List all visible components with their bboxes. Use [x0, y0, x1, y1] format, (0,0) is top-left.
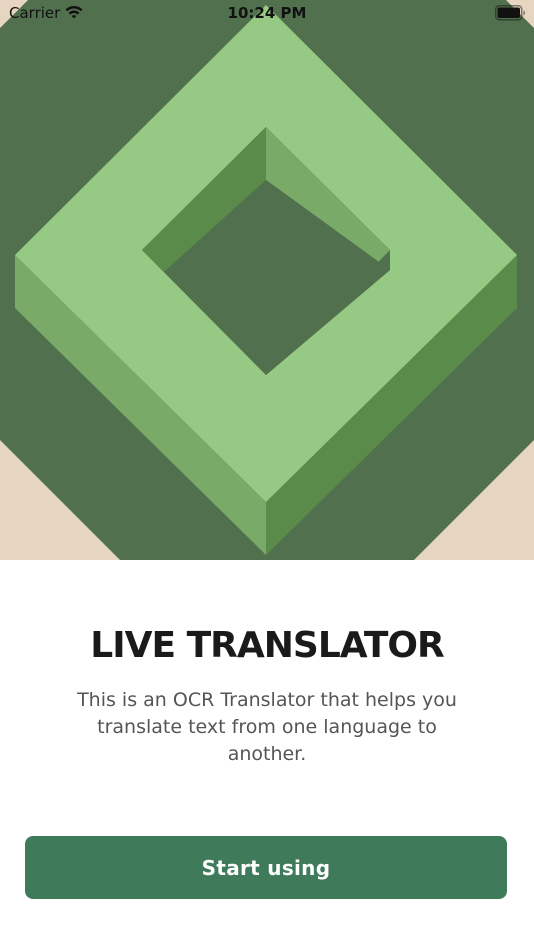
start-using-button[interactable]: Start using: [25, 836, 507, 899]
app-description: This is an OCR Translator that helps you…: [77, 689, 457, 765]
app-title: LIVE TRANSLATOR: [90, 625, 444, 666]
status-time: 10:24 PM: [227, 4, 307, 22]
onboarding-screen: Carrier 10:24 PM LIVE TRANSLATOR This is…: [0, 0, 534, 950]
battery-icon: [495, 5, 525, 21]
onboarding-content: LIVE TRANSLATOR This is an OCR Translato…: [0, 560, 534, 950]
status-bar: Carrier 10:24 PM: [0, 0, 534, 28]
hero-illustration: [0, 0, 534, 560]
